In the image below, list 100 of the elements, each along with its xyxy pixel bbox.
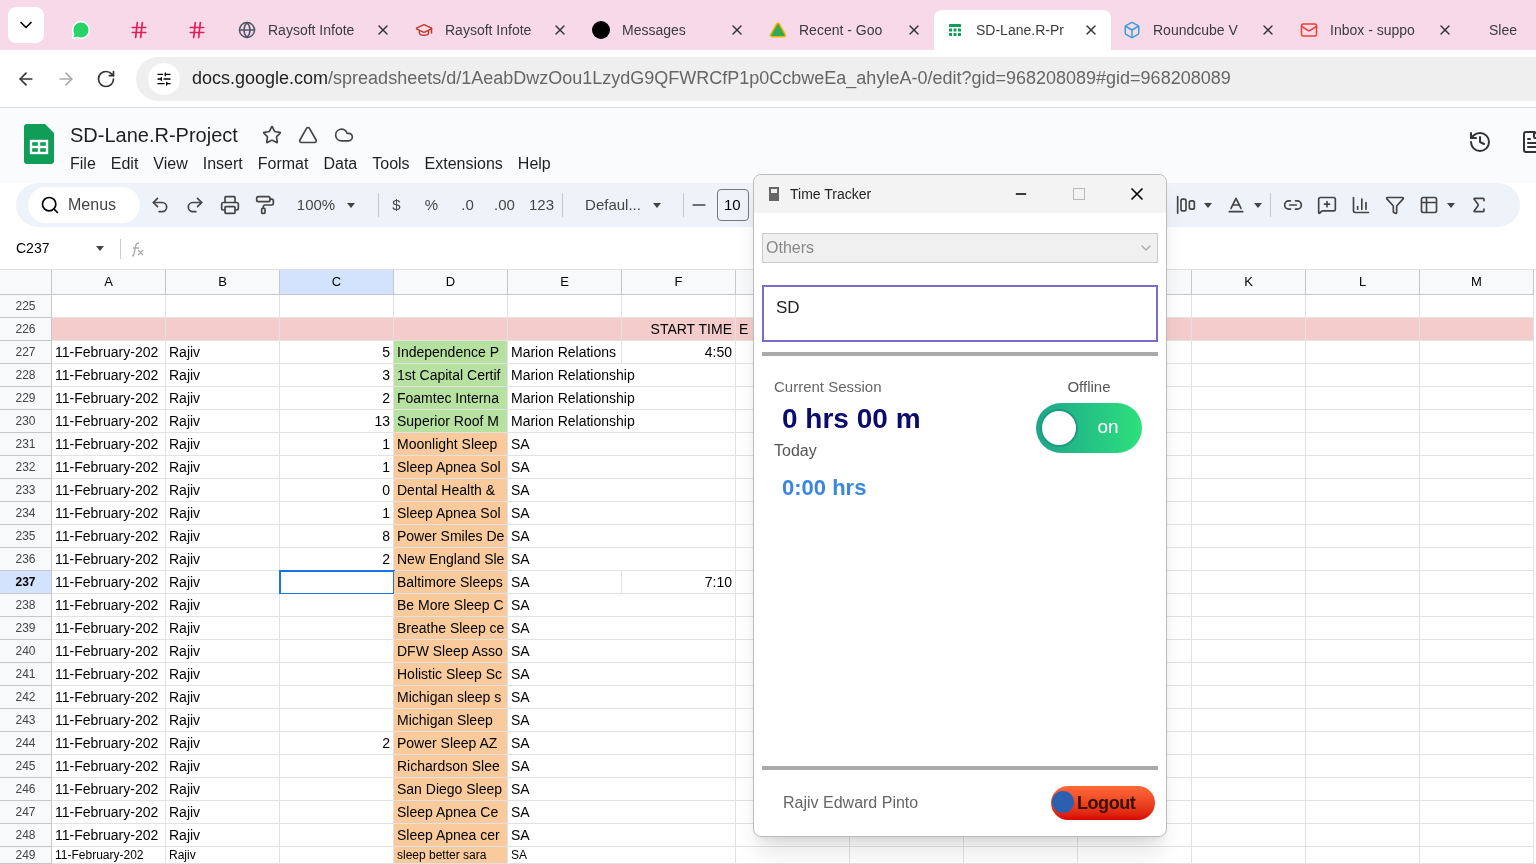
browser-tab[interactable]: SD-Lane.R-Pr — [934, 10, 1111, 50]
row-header[interactable]: 231 — [0, 433, 52, 456]
number-format-button[interactable]: 123 — [523, 189, 560, 221]
browser-tab[interactable]: Recent - Goo — [757, 10, 934, 50]
row-header[interactable]: 246 — [0, 778, 52, 801]
table-cell[interactable]: 4:50 — [622, 341, 736, 364]
table-cell[interactable]: 5 — [280, 341, 394, 364]
table-cell[interactable]: SA — [508, 617, 736, 640]
table-cell[interactable]: SA — [508, 548, 736, 571]
menu-item[interactable]: File — [70, 152, 96, 176]
table-cell[interactable]: Michigan Sleep — [394, 709, 508, 732]
menu-item[interactable]: View — [153, 152, 188, 176]
table-cell[interactable]: Rajiv — [166, 778, 280, 801]
table-cell[interactable]: 11-February-202 — [52, 617, 166, 640]
column-header[interactable]: M — [1420, 270, 1534, 295]
table-cell[interactable]: SA — [508, 663, 736, 686]
table-cell[interactable]: Rajiv — [166, 640, 280, 663]
menu-item[interactable]: Help — [517, 152, 551, 176]
table-cell[interactable]: SA — [508, 571, 622, 594]
table-cell[interactable]: DFW Sleep Asso — [394, 640, 508, 663]
table-cell[interactable]: Rajiv — [166, 341, 280, 364]
menu-item[interactable]: Extensions — [424, 152, 503, 176]
column-header[interactable]: B — [166, 270, 280, 295]
browser-tab[interactable]: Inbox - suppo — [1288, 10, 1465, 50]
table-cell[interactable]: 0 — [280, 479, 394, 502]
table-cell[interactable]: SA — [508, 640, 736, 663]
decrease-decimal-button[interactable]: .0 — [449, 189, 486, 221]
font-select[interactable]: Defaul... — [571, 189, 675, 221]
table-cell[interactable]: Holistic Sleep Sc — [394, 663, 508, 686]
table-cell[interactable]: SA — [508, 525, 736, 548]
row-header[interactable]: 233 — [0, 479, 52, 502]
row-header[interactable]: 226 — [0, 318, 52, 341]
table-cell[interactable]: SA — [508, 456, 736, 479]
table-cell[interactable]: 7:10 — [622, 571, 736, 594]
table-cell[interactable]: SA — [508, 709, 736, 732]
table-cell[interactable]: Marion Relationship — [508, 410, 736, 433]
table-cell[interactable]: Marion Relationship — [508, 387, 736, 410]
table-cell[interactable]: Baltimore Sleeps — [394, 571, 508, 594]
address-bar[interactable]: docs.google.com/spreadsheets/d/1AeabDwzOou1LzydG9QFWRCfP1p0CcbweEa_ahyleA-0/edit?gid=968208089#gid=968208089 — [136, 56, 1536, 101]
table-cell[interactable]: SA — [508, 433, 736, 456]
table-cell[interactable]: 11-February-202 — [52, 525, 166, 548]
table-cell[interactable]: Marion Relations — [508, 341, 622, 364]
menu-item[interactable]: Edit — [110, 152, 139, 176]
table-cell[interactable]: 11-February-202 — [52, 364, 166, 387]
table-cell[interactable]: Rajiv — [166, 548, 280, 571]
column-header[interactable]: E — [508, 270, 622, 295]
table-cell[interactable]: Rajiv — [166, 755, 280, 778]
row-header[interactable]: 229 — [0, 387, 52, 410]
table-cell[interactable]: Rajiv — [166, 410, 280, 433]
row-header[interactable]: 249 — [0, 847, 52, 864]
column-header[interactable]: K — [1192, 270, 1306, 295]
table-cell[interactable]: 2 — [280, 548, 394, 571]
table-cell[interactable]: SA — [508, 594, 736, 617]
row-header[interactable]: 225 — [0, 295, 52, 318]
row-header[interactable]: 232 — [0, 456, 52, 479]
table-cell[interactable]: Independence P — [394, 341, 508, 364]
table-cell[interactable]: Rajiv — [166, 801, 280, 824]
table-cell[interactable]: 11-February-202 — [52, 594, 166, 617]
browser-tab[interactable]: Slee — [1465, 10, 1525, 50]
table-cell[interactable]: Sleep Apnea Sol — [394, 456, 508, 479]
table-cell[interactable]: SA — [508, 479, 736, 502]
table-cell[interactable]: 1 — [280, 502, 394, 525]
table-cell[interactable]: 11-February-202 — [52, 387, 166, 410]
row-header[interactable]: 227 — [0, 341, 52, 364]
menu-item[interactable]: Data — [323, 152, 358, 176]
table-cell[interactable]: 11-February-202 — [52, 548, 166, 571]
table-cell[interactable]: 11-February-202 — [52, 410, 166, 433]
table-cell[interactable]: Rajiv — [166, 709, 280, 732]
row-header[interactable]: 239 — [0, 617, 52, 640]
table-cell[interactable]: Richardson Slee — [394, 755, 508, 778]
table-cell[interactable]: 11-February-202 — [52, 640, 166, 663]
table-cell[interactable]: Superior Roof M — [394, 410, 508, 433]
table-cell[interactable]: 11-February-202 — [52, 824, 166, 847]
table-cell[interactable]: Rajiv — [166, 663, 280, 686]
browser-tab[interactable]: Roundcube V — [1111, 10, 1288, 50]
table-cell[interactable]: 11-February-202 — [52, 801, 166, 824]
task-field[interactable]: SD — [762, 285, 1158, 342]
table-cell[interactable]: Rajiv — [166, 387, 280, 410]
table-cell[interactable]: 11-February-202 — [52, 433, 166, 456]
table-cell[interactable]: Sleep Apnea Ce — [394, 801, 508, 824]
table-cell[interactable]: Rajiv — [166, 617, 280, 640]
table-cell[interactable]: START TIME — [622, 318, 736, 341]
table-cell[interactable]: Dental Health & — [394, 479, 508, 502]
table-cell[interactable]: Rajiv — [166, 456, 280, 479]
menu-item[interactable]: Tools — [372, 152, 410, 176]
table-cell[interactable]: 11-February-202 — [52, 847, 166, 864]
table-cell[interactable]: 1st Capital Certif — [394, 364, 508, 387]
row-header[interactable]: 236 — [0, 548, 52, 571]
row-header[interactable]: 234 — [0, 502, 52, 525]
table-cell[interactable]: Rajiv — [166, 571, 280, 594]
table-cell[interactable]: 1 — [280, 456, 394, 479]
table-cell[interactable]: 11-February-202 — [52, 341, 166, 364]
table-cell[interactable]: 11-February-202 — [52, 686, 166, 709]
row-header[interactable]: 228 — [0, 364, 52, 387]
column-header[interactable]: D — [394, 270, 508, 295]
table-cell[interactable]: SA — [508, 847, 736, 864]
currency-button[interactable]: $ — [379, 189, 414, 221]
column-header[interactable]: A — [52, 270, 166, 295]
table-cell[interactable]: Rajiv — [166, 525, 280, 548]
row-header[interactable]: 235 — [0, 525, 52, 548]
